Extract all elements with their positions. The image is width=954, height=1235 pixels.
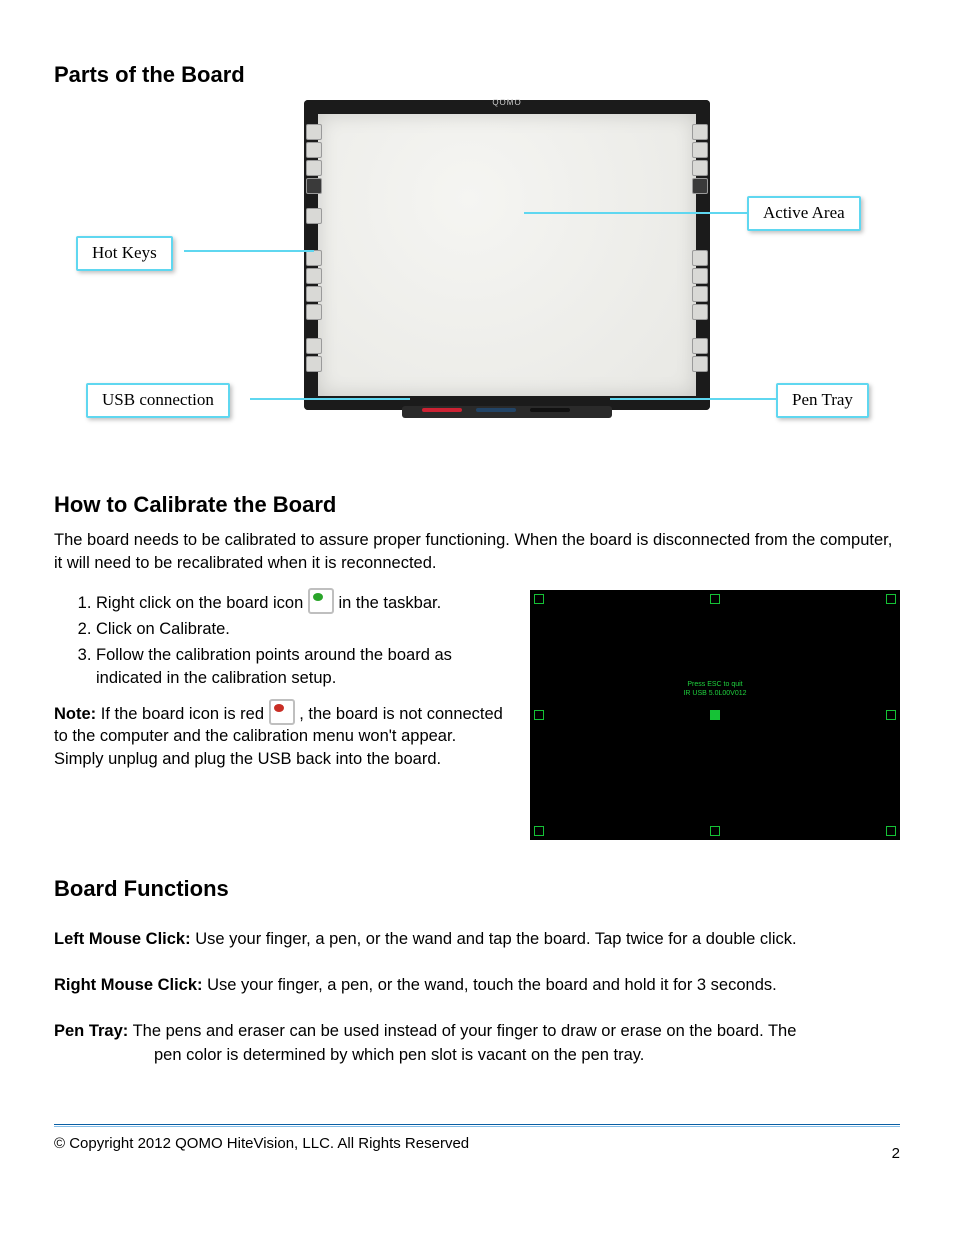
calibrate-steps: Right click on the board icon in the tas…: [96, 588, 506, 689]
board-brand: QOMO: [492, 98, 521, 109]
footer-rule-light: [54, 1126, 900, 1127]
parts-diagram: QOMO Hot Keys Active Area USB connection: [54, 100, 900, 460]
func-left-click: Left Mouse Click: Use your finger, a pen…: [54, 928, 900, 950]
calib-msg-1: Press ESC to quit: [687, 681, 742, 688]
func-pen-tray: Pen Tray: The pens and eraser can be use…: [54, 1020, 900, 1067]
callout-usb: USB connection: [86, 383, 230, 418]
calibrate-intro: The board needs to be calibrated to assu…: [54, 529, 900, 574]
func-right-click: Right Mouse Click: Use your finger, a pe…: [54, 974, 900, 996]
callout-pen-tray: Pen Tray: [776, 383, 869, 418]
heading-calibrate: How to Calibrate the Board: [54, 490, 900, 520]
active-area: [318, 114, 696, 396]
step-3: Follow the calibration points around the…: [96, 644, 506, 689]
calibrate-note: Note: If the board icon is red , the boa…: [54, 699, 506, 770]
step-1: Right click on the board icon in the tas…: [96, 588, 506, 614]
step-2: Click on Calibrate.: [96, 618, 506, 640]
callout-active-area: Active Area: [747, 196, 861, 231]
whiteboard-image: QOMO: [304, 100, 710, 410]
board-icon-red: [269, 699, 295, 725]
heading-functions: Board Functions: [54, 874, 900, 904]
footer-rule: [54, 1124, 900, 1125]
calibration-screenshot: Press ESC to quit IR USB 5.0L00V012: [530, 590, 900, 840]
pen-tray: [402, 406, 612, 418]
callout-hot-keys: Hot Keys: [76, 236, 173, 271]
calib-msg-2: IR USB 5.0L00V012: [683, 690, 746, 697]
footer-copyright: © Copyright 2012 QOMO HiteVision, LLC. A…: [54, 1134, 469, 1154]
page-number: 2: [892, 1144, 900, 1164]
board-icon-green: [308, 588, 334, 614]
heading-parts: Parts of the Board: [54, 60, 900, 90]
